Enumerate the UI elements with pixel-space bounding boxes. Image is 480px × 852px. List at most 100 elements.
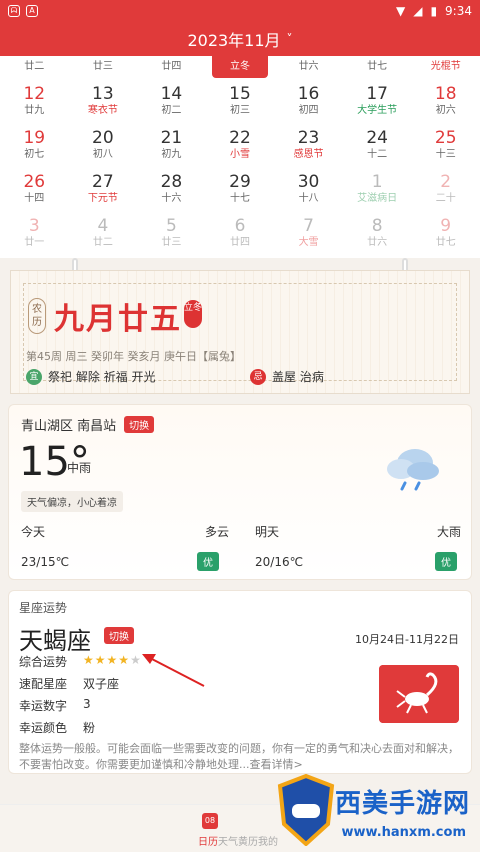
calendar-day[interactable]: 30 十八 [274,166,343,210]
calendar-day[interactable]: 4 廿二 [69,210,138,254]
calendar-week-row: 3 廿一 4 廿二 5 廿三 6 廿四 7 大雪 8 廿六 9 廿七 [0,210,480,254]
day-number: 17 [366,84,388,104]
calendar-day[interactable]: 6 廿四 [206,210,275,254]
day-lunar: 初六 [435,105,456,116]
day-lunar: 廿七 [367,61,388,72]
calendar-day[interactable]: 廿二 [0,56,69,78]
day-lunar: 廿三 [161,237,182,248]
star-icon: ★ [94,653,107,667]
calendar-partial-row: 廿二 廿三 廿四 立冬 廿六 廿七 光棍节 [0,56,480,78]
solar-term-seal: 立冬 [184,300,202,328]
calendar-day[interactable]: 15 初三 [206,78,275,122]
calendar-day[interactable]: 17 大学生节 [343,78,412,122]
almanac-card[interactable]: 农历 九月廿五 立冬 第45周 周三 癸卯年 癸亥月 庚午日【属兔】 宜 祭祀 … [10,270,470,394]
zodiac-switch-button[interactable]: 切换 [104,627,134,644]
chevron-down-icon: ˅ [286,32,293,46]
calendar-day[interactable]: 5 廿三 [137,210,206,254]
overall-row: 综合运势 ★★★★★ [19,653,142,670]
mail-icon: ᗣ [8,5,20,17]
weather-location: 青山湖区 南昌站 [21,419,117,434]
calendar-day[interactable]: 2 二十 [411,166,480,210]
ji-icon: 忌 [250,368,266,385]
calendar-day[interactable]: 25 十三 [411,122,480,166]
calendar-day[interactable]: 3 廿一 [0,210,69,254]
day-number: 7 [303,216,314,236]
calendar-day[interactable]: 12 廿九 [0,78,69,122]
calendar-day[interactable]: 26 十四 [0,166,69,210]
location-switch-button[interactable]: 切换 [124,416,155,433]
calendar-day[interactable]: 29 十七 [206,166,275,210]
calendar-day[interactable]: 光棍节 [411,56,480,78]
number-label: 幸运数字 [19,699,68,713]
ji-row: 忌 盖屋 治病 [250,368,324,385]
day-lunar: 廿六 [367,237,388,248]
calendar-day[interactable]: 28 十六 [137,166,206,210]
calendar-day[interactable]: 21 初九 [137,122,206,166]
calendar-day[interactable]: 立冬 [211,56,269,78]
horoscope-card[interactable]: 星座运势 天蝎座 切换 10月24日-11月22日 综合运势 ★★★★★ 速配星… [8,590,472,774]
day-number: 22 [229,128,251,148]
bottom-tabs-label[interactable]: 日历天气黄历我的 [198,833,278,848]
day-number: 23 [297,128,320,148]
month-selector[interactable]: 2023年11月 ˅ [0,22,480,56]
day-lunar: 廿一 [24,237,45,248]
calendar-day[interactable]: 13 寒衣节 [69,78,138,122]
day-lunar: 小雪 [229,149,250,160]
calendar-day[interactable]: 22 小雪 [206,122,275,166]
tomorrow-range: 20/16℃ [255,555,304,569]
calendar-day[interactable]: 7 大雪 [274,210,343,254]
calendar-day[interactable]: 24 十二 [343,122,412,166]
day-lunar: 廿二 [24,61,45,72]
calendar-week-row: 12 廿九 13 寒衣节 14 初二 15 初三 16 初四 17 大学生节 18 初六 [0,78,480,122]
site-watermark: 西美手游网 www.hanxm.com [270,768,480,852]
calendar-day[interactable]: 1 艾滋病日 [343,166,412,210]
day-lunar: 初九 [161,149,182,160]
calendar-day[interactable]: 14 初二 [137,78,206,122]
zodiac-date-range: 10月24日-11月22日 [355,633,459,646]
calendar-day[interactable]: 廿七 [343,56,412,78]
day-number: 30 [297,172,320,192]
tomorrow-label: 明天 [255,525,280,539]
calendar-day[interactable]: 18 初六 [411,78,480,122]
day-lunar: 廿四 [229,237,250,248]
day-number: 6 [234,216,246,236]
number-row: 幸运数字 3 [19,697,91,714]
today-range: 23/15℃ [21,555,70,569]
calendar-day[interactable]: 廿四 [137,56,206,78]
weather-card[interactable]: 青山湖区 南昌站 切换 15° 中雨 天气偏凉，小心着凉 今天 多云 明天 大雨… [8,404,472,580]
yi-text: 祭祀 解除 祈福 开光 [48,370,156,384]
day-number: 27 [92,172,114,192]
match-row: 速配星座 双子座 [19,675,119,692]
day-lunar: 初二 [161,105,182,116]
current-condition: 中雨 [67,461,92,475]
color-label: 幸运颜色 [19,721,68,735]
calendar-day[interactable]: 19 初七 [0,122,69,166]
calendar-day[interactable]: 20 初八 [69,122,138,166]
calendar-day[interactable]: 27 下元节 [69,166,138,210]
calendar-tab-icon[interactable]: 08 [202,813,218,829]
horoscope-title: 星座运势 [19,601,68,615]
day-lunar: 廿九 [24,105,45,116]
day-lunar: 廿二 [92,237,113,248]
almanac-info-line: 第45周 周三 癸卯年 癸亥月 庚午日【属兔】 [26,350,241,363]
calendar-grid: 廿二 廿三 廿四 立冬 廿六 廿七 光棍节 12 廿九 13 寒衣节 14 初二 15 初三 16 初四 17 大… [0,56,480,258]
overall-stars: ★★★★★ [83,653,142,670]
calendar-day[interactable]: 廿六 [274,56,343,78]
lunar-badge: 农历 [28,298,46,334]
day-lunar: 初七 [24,149,45,160]
calendar-day[interactable]: 廿三 [69,56,138,78]
day-number: 18 [434,84,457,104]
day-number: 20 [92,128,114,148]
day-lunar: 十二 [367,149,388,160]
day-number: 26 [23,172,46,192]
match-label: 速配星座 [19,677,68,691]
calendar-day[interactable]: 23 感恩节 [274,122,343,166]
day-number: 14 [160,84,183,104]
day-number: 3 [28,216,40,236]
scorpio-icon [379,665,459,723]
calendar-day[interactable]: 16 初四 [274,78,343,122]
calendar-day[interactable]: 9 廿七 [411,210,480,254]
calendar-day[interactable]: 8 廿六 [343,210,412,254]
day-lunar: 廿七 [435,237,456,248]
tomorrow-air-quality-badge: 优 [435,552,457,571]
